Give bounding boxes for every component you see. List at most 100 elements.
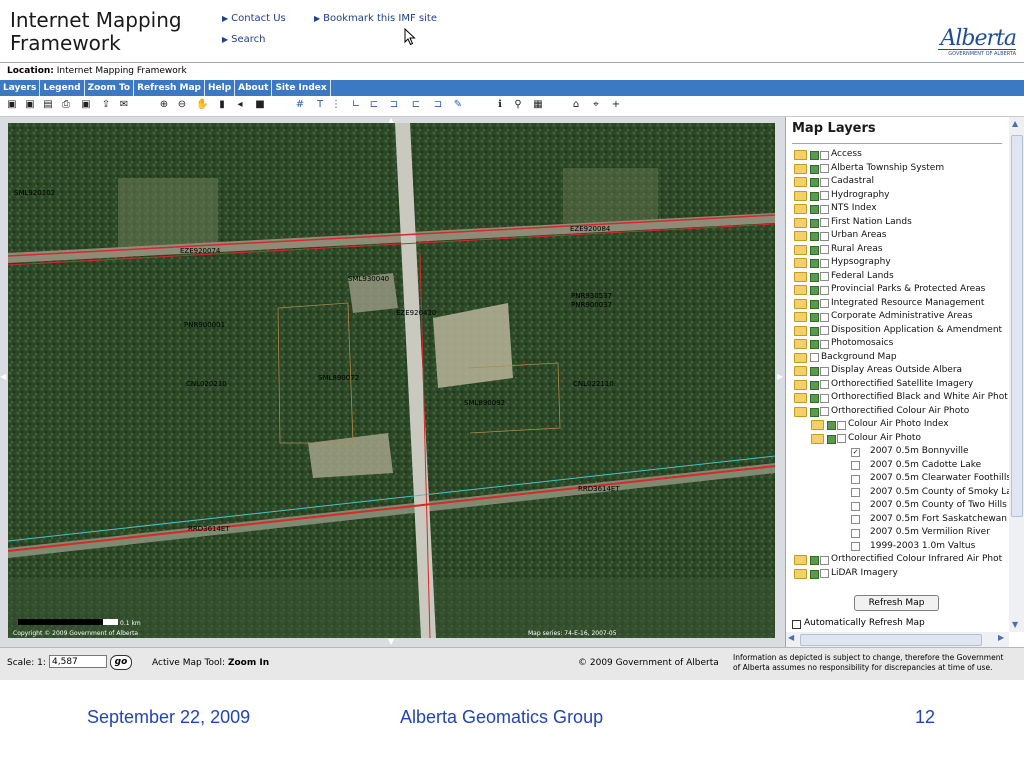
scroll-left-icon[interactable]: ◀ [788,633,794,642]
layer-row[interactable]: 2007 0.5m County of Smoky Lal [786,486,1014,500]
layer-row[interactable]: Orthorectified Colour Infrared Air Phot [786,553,1011,567]
layer-checkbox[interactable] [820,285,829,295]
text-icon[interactable]: T [314,99,326,111]
folder-icon[interactable] [794,271,807,282]
export-icon[interactable]: ▣ [80,99,92,111]
layer-checkbox[interactable] [820,218,829,227]
folder-open-icon[interactable] [794,406,807,417]
layer-checkbox[interactable] [851,501,860,511]
layer-row[interactable]: Access [786,148,1011,162]
menu-help[interactable]: Help [205,80,236,96]
layer-checkbox[interactable] [820,555,829,565]
layer-checkbox[interactable] [820,272,829,281]
folder-icon[interactable] [794,244,807,255]
stop-icon[interactable]: ■ [254,99,266,111]
layer-row[interactable]: 2007 0.5m Clearwater Foothills [786,472,1011,486]
grid-icon[interactable]: # [294,99,306,111]
legend-icon[interactable] [810,245,819,255]
layer-checkbox[interactable] [820,393,829,403]
legend-icon[interactable] [810,313,819,322]
legend-icon[interactable] [810,205,819,214]
layer-checkbox[interactable] [820,366,829,376]
refresh-map-button[interactable]: Refresh Map [854,595,939,611]
layer-checkbox[interactable] [820,177,829,187]
layer-row[interactable]: Provincial Parks & Protected Areas [786,283,1011,297]
layer-row[interactable]: NTS Index [786,202,1011,216]
auto-refresh-checkbox[interactable] [792,620,801,629]
layer-row[interactable]: Integrated Resource Management [786,297,1011,311]
layer-row[interactable]: Orthorectified Satellite Imagery [786,378,1011,392]
zoom-out-icon[interactable]: ⊖ [176,99,188,111]
layer-checkbox[interactable] [820,150,829,160]
menu-site-index[interactable]: Site Index [272,80,331,96]
crosshair-icon[interactable]: + [610,99,622,111]
legend-icon[interactable] [810,218,819,228]
folder-icon[interactable] [794,150,807,160]
folder-icon[interactable] [794,285,807,295]
open-icon[interactable]: ▤ [42,99,54,111]
legend-icon[interactable] [827,421,836,430]
folder-icon[interactable] [794,163,807,174]
line-icon[interactable]: ∟ [350,99,362,111]
folder-icon[interactable] [794,568,807,579]
menu-about[interactable]: About [235,80,273,96]
print-icon[interactable]: ⎙ [60,99,72,111]
layer-checkbox[interactable] [820,164,829,173]
map-canvas[interactable]: SML920102 EZE920074 EZE920084 SML930040 EZE9… [8,123,775,638]
legend-icon[interactable] [810,569,819,579]
folder-icon[interactable] [794,258,807,268]
folder-icon[interactable] [794,393,807,403]
search-link[interactable]: ▶ Search [222,34,266,45]
legend-icon[interactable] [810,151,819,160]
layer-row[interactable]: Federal Lands [786,270,1011,284]
h-scroll-thumb[interactable] [800,634,982,646]
pencil-icon[interactable]: ✎ [452,99,464,111]
layer-checkbox[interactable] [837,420,846,430]
legend-icon[interactable] [810,232,819,241]
layer-checkbox[interactable] [810,353,819,362]
highlight-icon[interactable]: ▦ [532,99,544,111]
scroll-up-icon[interactable]: ▲ [1012,119,1018,128]
layer-row[interactable]: ✓ 2007 0.5m Bonnyville [786,445,1011,459]
folder-icon[interactable] [794,339,807,349]
layer-checkbox[interactable] [820,299,829,308]
folder-icon[interactable] [794,217,807,228]
save-as-icon[interactable]: ▣ [24,99,36,111]
email-icon[interactable]: ✉ [118,99,130,111]
layer-row[interactable]: Hypsography [786,256,1011,270]
menu-layers[interactable]: Layers [0,80,41,96]
layer-checkbox[interactable] [820,407,829,416]
layer-checkbox[interactable] [851,461,860,470]
layer-row[interactable]: 2007 0.5m Cadotte Lake [786,459,1011,473]
layer-row[interactable]: 1999-2003 1.0m Valtus [786,540,1011,554]
polyline-icon[interactable]: ⊏ [368,99,380,111]
layer-checkbox[interactable] [851,542,860,551]
layers-horizontal-scrollbar[interactable]: ◀ ▶ [786,632,1009,647]
back-icon[interactable]: ◂ [234,99,246,111]
locate-icon[interactable]: ⌖ [590,99,602,111]
layer-checkbox[interactable]: ✓ [851,447,860,457]
layer-checkbox[interactable] [820,204,829,214]
layer-checkbox[interactable] [851,515,860,524]
legend-icon[interactable] [810,380,819,390]
layer-row[interactable]: Colour Air Photo Index [786,418,1011,432]
folder-icon[interactable] [794,204,807,214]
legend-icon[interactable] [810,326,819,336]
legend-icon[interactable] [810,407,819,417]
legend-icon[interactable] [810,556,819,565]
folder-icon[interactable] [794,298,807,309]
layer-checkbox[interactable] [837,434,846,443]
layer-row[interactable]: Orthorectified Black and White Air Phot [786,391,1011,405]
layer-row[interactable]: Display Areas Outside Albera [786,364,1011,378]
pan-west-icon[interactable]: ◀ [0,372,6,381]
go-button[interactable]: go [110,655,132,670]
layer-checkbox[interactable] [820,326,829,335]
folder-icon[interactable] [794,190,807,201]
layer-checkbox[interactable] [820,231,829,241]
legend-icon[interactable] [810,178,819,187]
point-icon[interactable]: ⊐ [432,99,444,111]
folder-icon[interactable] [794,312,807,322]
folder-icon[interactable] [794,366,807,376]
folder-icon[interactable] [794,325,807,336]
layer-icon[interactable]: ⌂ [570,99,582,111]
